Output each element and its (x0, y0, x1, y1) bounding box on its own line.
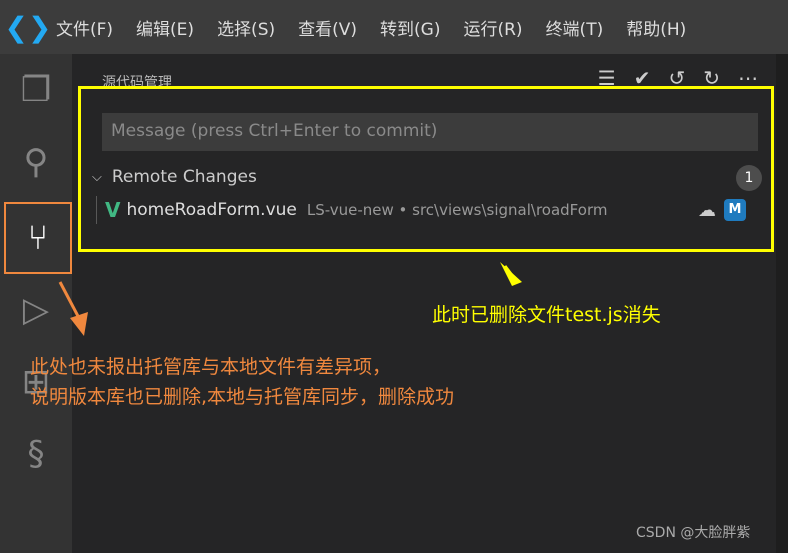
orange-arrow-line (58, 281, 82, 321)
annotation-arrows (58, 262, 522, 336)
watermark: CSDN @大脸胖紫 (636, 525, 751, 541)
annotation-deleted: 此时已删除文件test.js消失 (432, 304, 661, 326)
orange-arrow (70, 312, 88, 336)
annotation-sync: 此处也未报出托管库与本地文件有差异项， 说明版本库也已删除,本地与托管库同步，删… (30, 352, 454, 412)
annotation-line-2: 说明版本库也已删除,本地与托管库同步，删除成功 (30, 386, 455, 408)
annotation-line-1: 此处也未报出托管库与本地文件有差异项， (30, 356, 392, 378)
